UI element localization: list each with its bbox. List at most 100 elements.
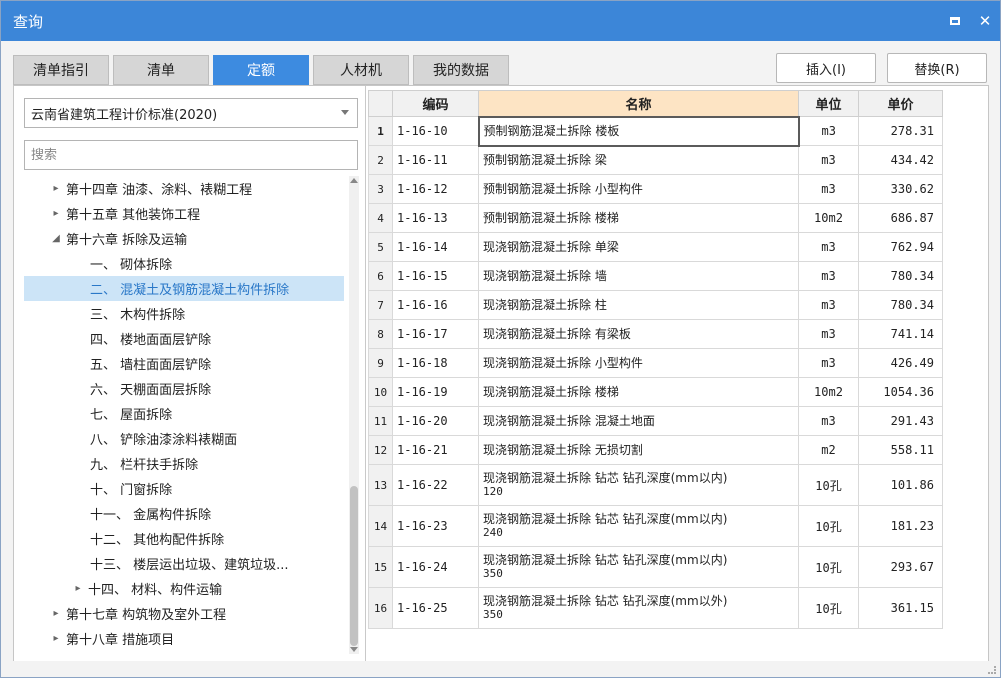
- row-name[interactable]: 现浇钢筋混凝土拆除 小型构件: [478, 348, 799, 378]
- row-index[interactable]: 10: [368, 377, 393, 407]
- row-code[interactable]: 1-16-11: [392, 145, 479, 175]
- row-index[interactable]: 9: [368, 348, 393, 378]
- unit-header[interactable]: 单位: [798, 90, 859, 117]
- row-code[interactable]: 1-16-20: [392, 406, 479, 436]
- tree-item[interactable]: 七、 屋面拆除: [24, 401, 344, 426]
- close-button[interactable]: ✕: [970, 1, 1000, 41]
- table-row[interactable]: 6 1-16-15 现浇钢筋混凝土拆除 墙 m3 780.34: [368, 261, 943, 291]
- row-unit[interactable]: 10孔: [798, 464, 859, 506]
- row-price[interactable]: 780.34: [858, 261, 943, 291]
- code-header[interactable]: 编码: [392, 90, 479, 117]
- row-unit[interactable]: 10m2: [798, 377, 859, 407]
- row-price[interactable]: 780.34: [858, 290, 943, 320]
- tree-item[interactable]: ▸ 十四、 材料、构件运输: [24, 576, 344, 601]
- row-unit[interactable]: m3: [798, 261, 859, 291]
- row-unit[interactable]: m2: [798, 435, 859, 465]
- table-row[interactable]: 1 1-16-10 预制钢筋混凝土拆除 楼板 m3 278.31: [368, 115, 943, 147]
- row-price[interactable]: 181.23: [858, 505, 943, 547]
- tree-scrollbar[interactable]: [349, 176, 359, 654]
- row-price[interactable]: 291.43: [858, 406, 943, 436]
- row-unit[interactable]: 10孔: [798, 505, 859, 547]
- row-unit[interactable]: m3: [798, 232, 859, 262]
- row-code[interactable]: 1-16-24: [392, 546, 479, 588]
- row-price[interactable]: 293.67: [858, 546, 943, 588]
- row-name[interactable]: 现浇钢筋混凝土拆除 墙: [478, 261, 799, 291]
- row-unit[interactable]: 10孔: [798, 587, 859, 629]
- row-price[interactable]: 434.42: [858, 145, 943, 175]
- tree-item[interactable]: 三、 木构件拆除: [24, 301, 344, 326]
- search-input[interactable]: [24, 140, 358, 170]
- row-code[interactable]: 1-16-23: [392, 505, 479, 547]
- row-index[interactable]: 14: [368, 505, 393, 547]
- tree-item[interactable]: 十二、 其他构配件拆除: [24, 526, 344, 551]
- row-index[interactable]: 7: [368, 290, 393, 320]
- row-index[interactable]: 4: [368, 203, 393, 233]
- scroll-up-icon[interactable]: [350, 178, 358, 183]
- row-code[interactable]: 1-16-10: [392, 116, 479, 146]
- table-row[interactable]: 13 1-16-22 现浇钢筋混凝土拆除 钻芯 钻孔深度(mm以内) 120 10孔 10…: [368, 464, 943, 506]
- tree-item[interactable]: ▸ 第十八章 措施项目: [24, 626, 344, 651]
- row-price[interactable]: 741.14: [858, 319, 943, 349]
- row-unit[interactable]: m3: [798, 406, 859, 436]
- row-name[interactable]: 预制钢筋混凝土拆除 楼板: [477, 115, 800, 147]
- tree-item[interactable]: 二、 混凝土及钢筋混凝土构件拆除: [24, 276, 344, 301]
- tree-item[interactable]: 六、 天棚面面层拆除: [24, 376, 344, 401]
- table-row[interactable]: 15 1-16-24 现浇钢筋混凝土拆除 钻芯 钻孔深度(mm以内) 350 10孔 29…: [368, 546, 943, 588]
- row-name[interactable]: 现浇钢筋混凝土拆除 混凝土地面: [478, 406, 799, 436]
- row-index[interactable]: 5: [368, 232, 393, 262]
- row-unit[interactable]: m3: [798, 290, 859, 320]
- row-price[interactable]: 278.31: [858, 116, 943, 146]
- tab-2[interactable]: 定额: [213, 55, 309, 85]
- collapsed-caret-icon[interactable]: ▸: [46, 208, 66, 219]
- row-name[interactable]: 预制钢筋混凝土拆除 楼梯: [478, 203, 799, 233]
- collapsed-caret-icon[interactable]: ▸: [46, 608, 66, 619]
- resize-grip-icon[interactable]: [988, 666, 996, 674]
- row-code[interactable]: 1-16-14: [392, 232, 479, 262]
- standard-dropdown[interactable]: 云南省建筑工程计价标准(2020): [24, 98, 358, 128]
- expanded-caret-icon[interactable]: ◢: [46, 233, 66, 244]
- row-code[interactable]: 1-16-22: [392, 464, 479, 506]
- row-price[interactable]: 558.11: [858, 435, 943, 465]
- collapsed-caret-icon[interactable]: ▸: [46, 633, 66, 644]
- table-row[interactable]: 9 1-16-18 现浇钢筋混凝土拆除 小型构件 m3 426.49: [368, 348, 943, 378]
- row-unit[interactable]: m3: [798, 145, 859, 175]
- row-unit[interactable]: m3: [798, 174, 859, 204]
- row-index[interactable]: 3: [368, 174, 393, 204]
- row-unit[interactable]: 10m2: [798, 203, 859, 233]
- table-row[interactable]: 4 1-16-13 预制钢筋混凝土拆除 楼梯 10m2 686.87: [368, 203, 943, 233]
- row-index[interactable]: 6: [368, 261, 393, 291]
- scroll-down-icon[interactable]: [350, 647, 358, 652]
- tree-item[interactable]: 十一、 金属构件拆除: [24, 501, 344, 526]
- row-index[interactable]: 8: [368, 319, 393, 349]
- row-price[interactable]: 426.49: [858, 348, 943, 378]
- tree-item[interactable]: ▸ 第十七章 构筑物及室外工程: [24, 601, 344, 626]
- tree-item[interactable]: 四、 楼地面面层铲除: [24, 326, 344, 351]
- row-code[interactable]: 1-16-21: [392, 435, 479, 465]
- row-unit[interactable]: m3: [798, 319, 859, 349]
- row-name[interactable]: 现浇钢筋混凝土拆除 钻芯 钻孔深度(mm以内) 350: [478, 546, 799, 588]
- table-row[interactable]: 10 1-16-19 现浇钢筋混凝土拆除 楼梯 10m2 1054.36: [368, 377, 943, 407]
- row-name[interactable]: 现浇钢筋混凝土拆除 钻芯 钻孔深度(mm以内) 120: [478, 464, 799, 506]
- tree-item[interactable]: ▸ 第十五章 其他装饰工程: [24, 201, 344, 226]
- table-row[interactable]: 5 1-16-14 现浇钢筋混凝土拆除 单梁 m3 762.94: [368, 232, 943, 262]
- row-code[interactable]: 1-16-25: [392, 587, 479, 629]
- row-code[interactable]: 1-16-12: [392, 174, 479, 204]
- row-index[interactable]: 2: [368, 145, 393, 175]
- row-index[interactable]: 11: [368, 406, 393, 436]
- row-code[interactable]: 1-16-15: [392, 261, 479, 291]
- row-name[interactable]: 现浇钢筋混凝土拆除 钻芯 钻孔深度(mm以内) 240: [478, 505, 799, 547]
- name-header[interactable]: 名称: [478, 90, 799, 117]
- row-index[interactable]: 12: [368, 435, 393, 465]
- row-name[interactable]: 现浇钢筋混凝土拆除 单梁: [478, 232, 799, 262]
- tab-3[interactable]: 人材机: [313, 55, 409, 85]
- tree-item[interactable]: 五、 墙柱面面层铲除: [24, 351, 344, 376]
- row-price[interactable]: 361.15: [858, 587, 943, 629]
- row-price[interactable]: 762.94: [858, 232, 943, 262]
- tree-item[interactable]: 一、 砌体拆除: [24, 251, 344, 276]
- row-code[interactable]: 1-16-19: [392, 377, 479, 407]
- row-index[interactable]: 1: [368, 116, 393, 146]
- row-name[interactable]: 预制钢筋混凝土拆除 小型构件: [478, 174, 799, 204]
- row-index[interactable]: 16: [368, 587, 393, 629]
- tree-item[interactable]: ▸ 第十四章 油漆、涂料、裱糊工程: [24, 176, 344, 201]
- row-name[interactable]: 预制钢筋混凝土拆除 梁: [478, 145, 799, 175]
